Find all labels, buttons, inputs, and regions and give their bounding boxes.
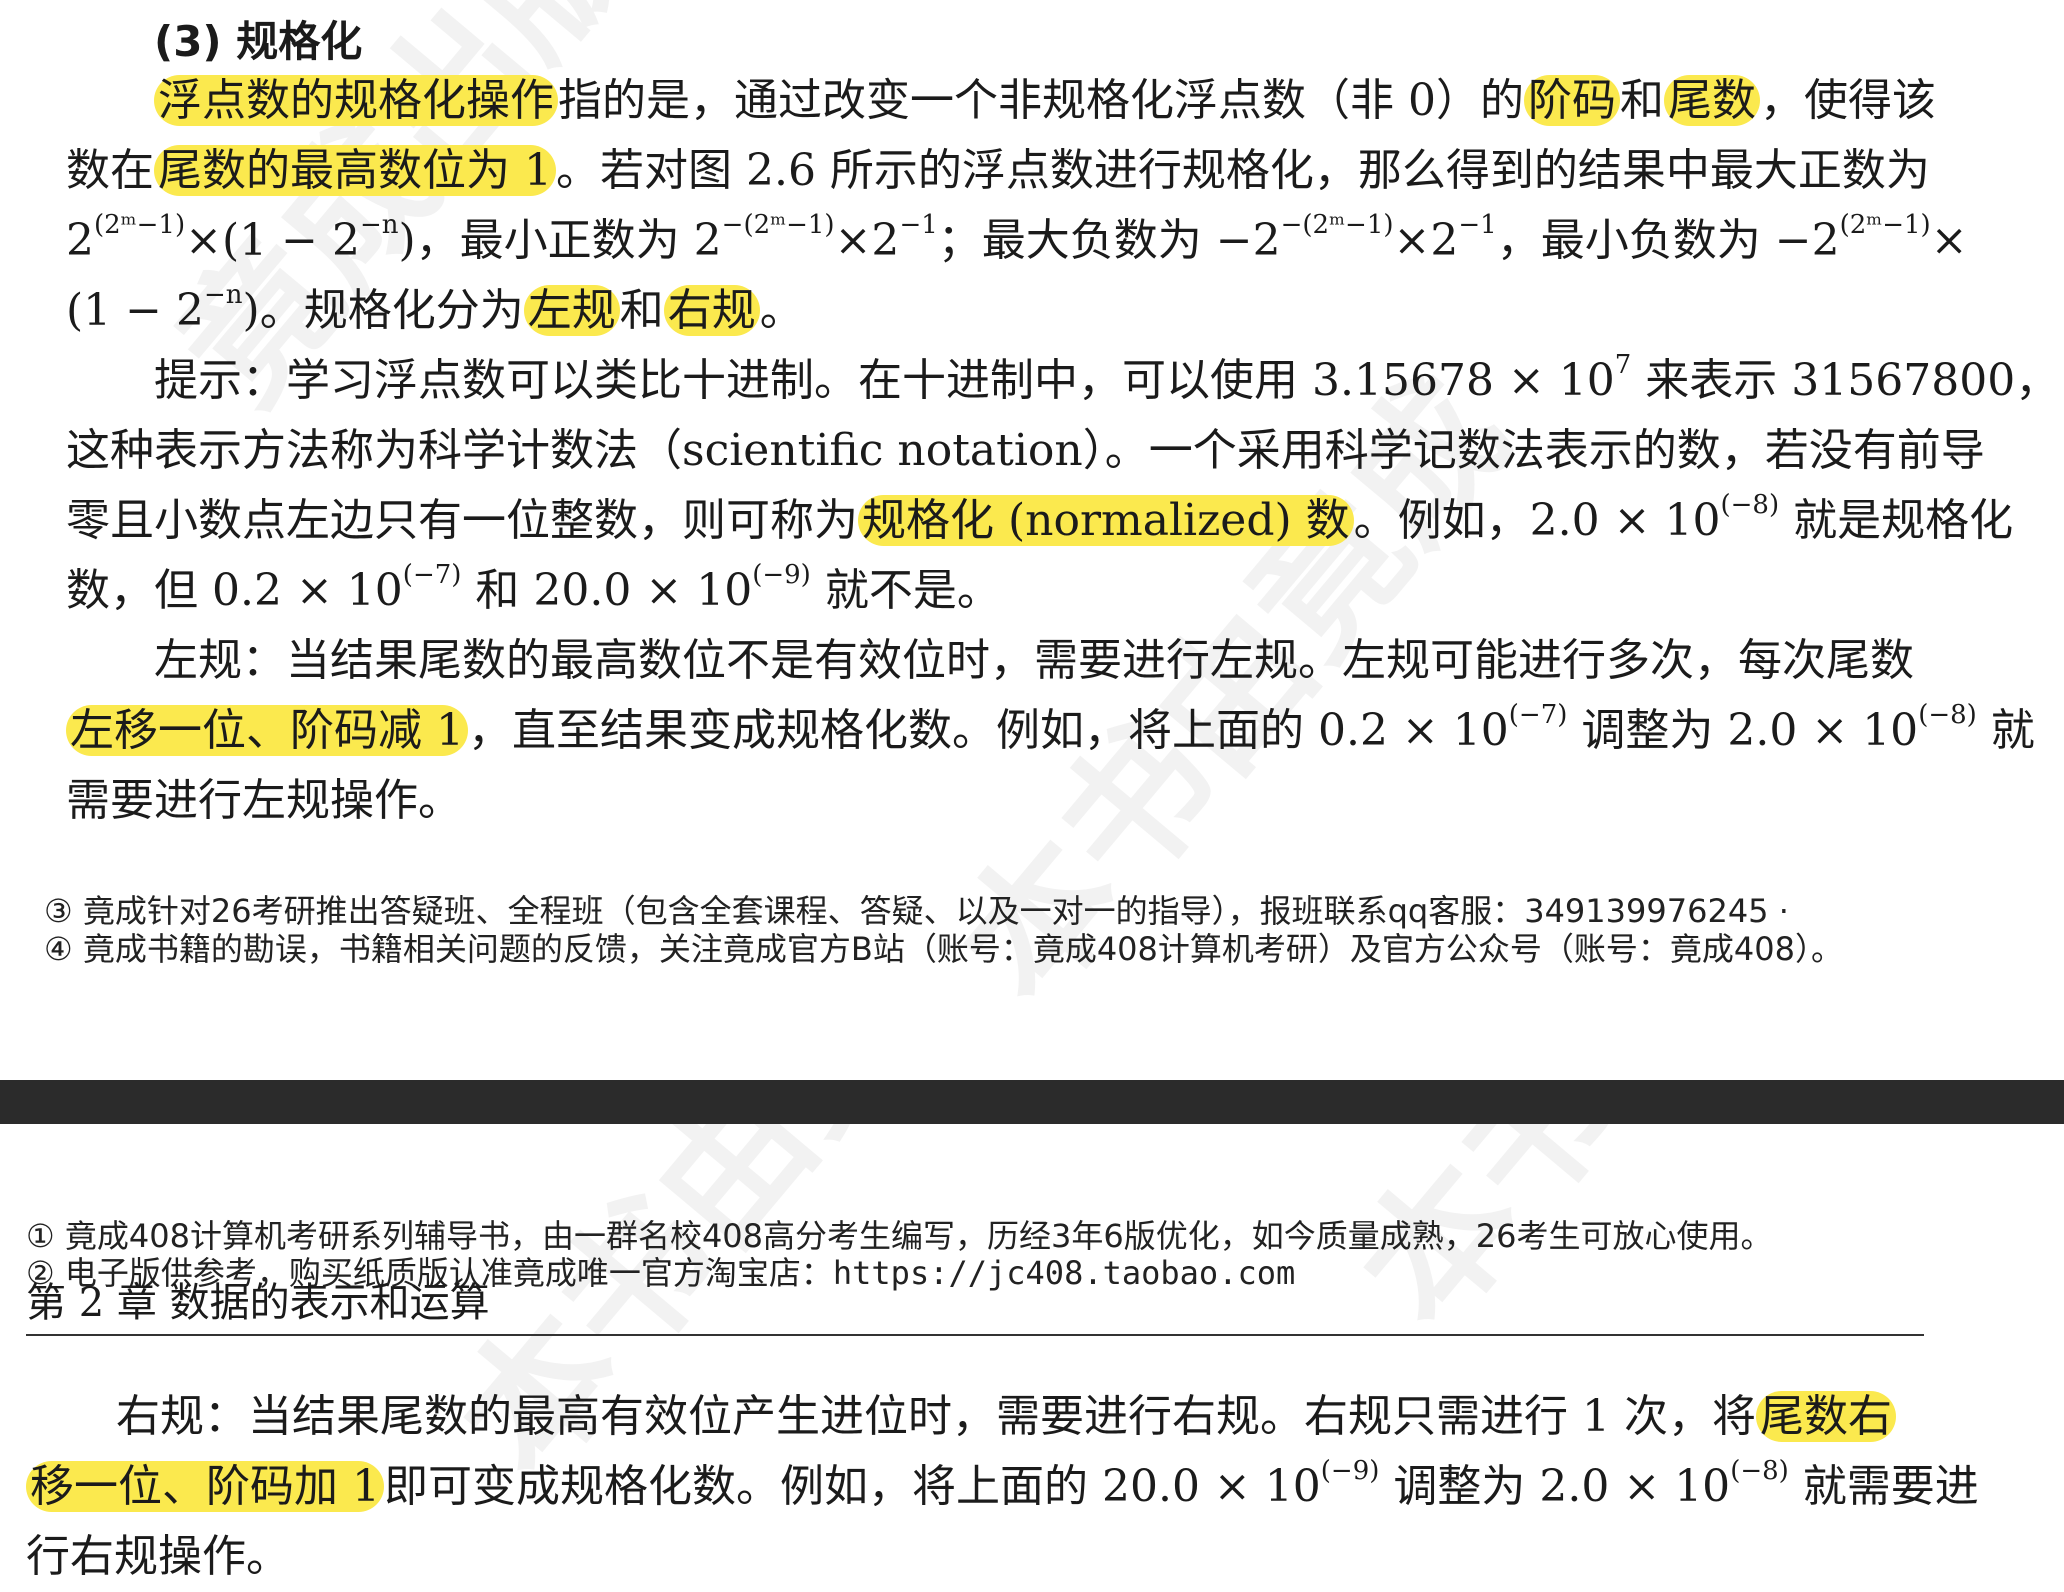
text: 。若对图 2.6 所示的浮点数进行规格化，那么得到的结果中最大正数为 [555,145,1930,196]
text: )。规格化分为 [242,285,524,336]
text: 提示：学习浮点数可以类比十进制。在十进制中，可以使用 3.15678 × 10 [154,355,1615,406]
superscript: −n [359,210,399,240]
text: × [1930,215,1968,266]
highlight: 右规 [663,285,760,336]
highlight: 规格化 (normalized) 数 [858,495,1354,546]
superscript: (2ᵐ−1) [1839,210,1931,240]
highlight: 浮点数的规格化操作 [154,75,558,126]
text: 调整为 2.0 × 10 [1567,705,1919,756]
superscript: −(2ᵐ−1) [721,210,835,240]
text: 。例如，2.0 × 10 [1353,495,1721,546]
footnote-3: ③ 竟成针对26考研推出答疑班、全程班（包含全套课程、答疑、以及一对一的指导），… [44,893,1789,929]
superscript: (2ᵐ−1) [94,210,186,240]
hint-paragraph: 提示：学习浮点数可以类比十进制。在十进制中，可以使用 3.15678 × 107… [66,346,2059,626]
text: 数在 [66,145,154,196]
highlight: 阶码 [1523,75,1620,126]
section-heading: (3) 规格化 [154,17,363,66]
normalization-paragraph: 浮点数的规格化操作指的是，通过改变一个非规格化浮点数（非 0）的阶码和尾数，使得… [66,66,1968,346]
text: ，最小负数为 −2 [1496,215,1840,266]
text: 2 [66,215,94,266]
text: 。 [759,285,804,336]
chapter-header: 第 2 章 数据的表示和运算 [26,1280,490,1326]
text: 来表示 31567800， [1631,355,2060,406]
text: ③ 竟成针对26考研推出答疑班、全程班（包含全套课程、答疑、以及一对一的指导），… [44,892,1728,930]
superscript: −(2ᵐ−1) [1280,210,1394,240]
footnote-4: ④ 竟成书籍的勘误，书籍相关问题的反馈，关注竟成官方B站（账号：竟成408计算机… [44,930,1843,968]
text: 调整为 2.0 × 10 [1379,1461,1731,1512]
superscript: −1 [899,210,938,240]
text: 行右规操作。 [26,1531,290,1582]
superscript: (−9) [1320,1456,1380,1486]
text: 就不是。 [810,565,1001,616]
right-shift-paragraph: 右规：当结果尾数的最高有效位产生进位时，需要进行右规。右规只需进行 1 次，将尾… [26,1382,1979,1592]
text: 就 [1976,705,2035,756]
superscript: (−7) [402,560,462,590]
text: 数，但 0.2 × 10 [66,565,403,616]
text: 和 20.0 × 10 [461,565,753,616]
text: 这种表示方法称为科学计数法（scientific notation）。一个采用科… [66,425,1985,476]
superscript: 7 [1614,350,1632,380]
page-top: 竟成出版 本书由竟成 (3) 规格化 浮点数的规格化操作指的是，通过改变一个非规… [0,0,2064,1080]
header-rule [26,1334,1924,1336]
shop-link[interactable]: https://jc408.taobao.com [833,1254,1295,1292]
text: · [1768,892,1789,930]
superscript: −n [204,280,243,310]
left-shift-paragraph: 左规：当结果尾数的最高数位不是有效位时，需要进行左规。左规可能进行多次，每次尾数… [66,626,2035,836]
text: )，最小正数为 2 [398,215,722,266]
text: ×2 [834,215,900,266]
text: ，直至结果变成规格化数。例如，将上面的 0.2 × 10 [467,705,1509,756]
text: ×(1 − 2 [185,215,360,266]
text: (1 − 2 [66,285,204,336]
text: 和 [1619,75,1664,126]
text: 就需要进 [1788,1461,1979,1512]
text: 需要进行左规操作。 [66,775,462,826]
text: 和 [619,285,664,336]
text: ×2 [1393,215,1459,266]
text: ；最大负数为 −2 [937,215,1281,266]
text: 就是规格化 [1779,495,2014,546]
highlight: 左移一位、阶码减 1 [66,705,468,756]
text: 指的是，通过改变一个非规格化浮点数（非 0）的 [558,75,1524,126]
superscript: −1 [1458,210,1497,240]
text: ，使得该 [1759,75,1936,126]
text: 右规：当结果尾数的最高有效位产生进位时，需要进行右规。右规只需进行 1 次，将 [116,1391,1756,1442]
highlight: 尾数的最高数位为 1 [154,145,556,196]
superscript: (−8) [1730,1456,1789,1486]
superscript: (−8) [1720,490,1780,520]
superscript: (−8) [1918,700,1977,730]
footnote-1: ① 竟成408计算机考研系列辅导书，由一群名校408高分考生编写，历经3年6版优… [26,1217,1773,1255]
text: 零且小数点左边只有一位整数，则可称为 [66,495,858,546]
text: 即可变成规格化数。例如，将上面的 20.0 × 10 [383,1461,1321,1512]
highlight: 移一位、阶码加 1 [26,1461,384,1512]
text: 左规：当结果尾数的最高数位不是有效位时，需要进行左规。左规可能进行多次，每次尾数 [154,635,1914,686]
superscript: (−7) [1508,700,1568,730]
page-separator [0,1080,2064,1124]
highlight: 尾数 [1663,75,1760,126]
highlight: 左规 [523,285,620,336]
highlight: 尾数右 [1755,1391,1896,1442]
superscript: (−9) [752,560,811,590]
page-number: 45 [1727,892,1769,930]
